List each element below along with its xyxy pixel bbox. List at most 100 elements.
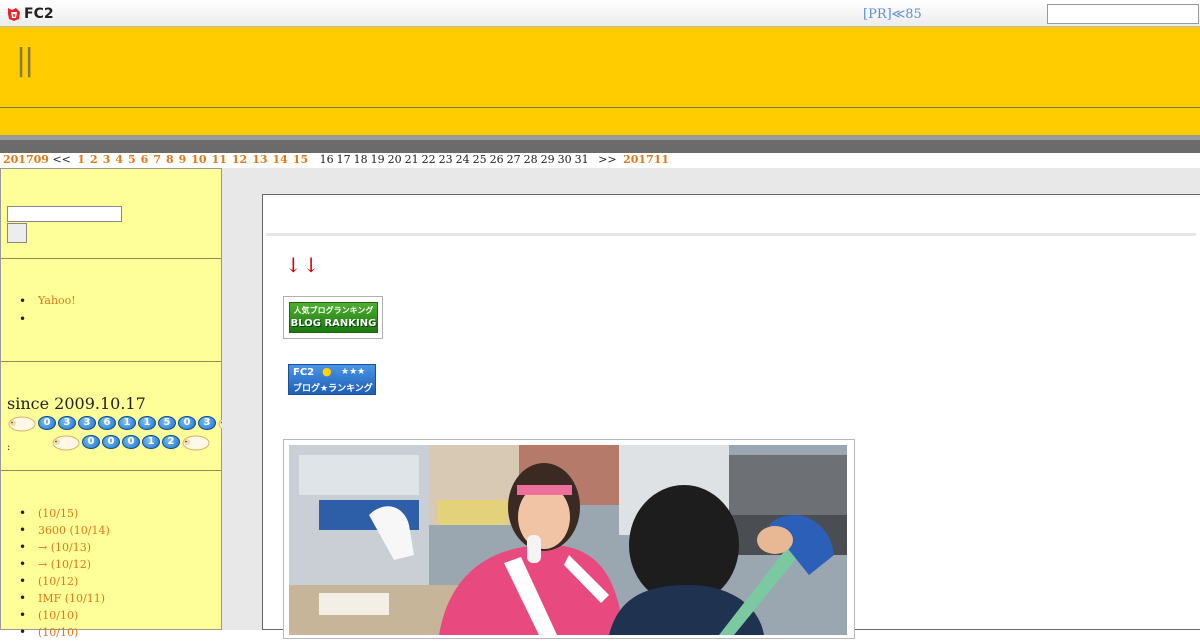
access-counter-today: 0 0 0 1 2 (51, 434, 211, 451)
sidebar-search-input[interactable] (7, 206, 122, 222)
counter-digit: 1 (117, 415, 137, 432)
calendar-next-arrow: >> (598, 153, 617, 166)
counter-digit: 6 (97, 415, 117, 432)
calendar-day: 19 (370, 153, 385, 166)
calendar-day-link[interactable]: 11 (212, 153, 227, 166)
sidebar-search-box (1, 169, 221, 259)
calendar-day: 24 (455, 153, 470, 166)
fc2-ranking-banner-line1: FC2 (293, 367, 315, 378)
recent-entry-link[interactable]: 3600 (10/14) (19, 523, 110, 540)
down-arrows: ↓↓ (285, 253, 321, 277)
counter-digit: 3 (77, 415, 97, 432)
recent-entry-link[interactable]: (10/10) (19, 625, 110, 642)
blog-ranking-banner[interactable]: 人気ブログランキング BLOG RANKING (283, 296, 383, 339)
calendar-day-link[interactable]: 6 (141, 153, 149, 166)
fc2-logo[interactable]: FC2 (6, 4, 54, 23)
counter-digit-value: 0 (107, 436, 115, 447)
counter-digit: 3 (197, 415, 217, 432)
sheep-icon (181, 434, 211, 451)
counter-digit: 2 (161, 434, 181, 451)
blog-entry: ↓↓ 人気ブログランキング BLOG RANKING FC2 ● ★★★ ブログ… (262, 194, 1200, 639)
calendar-day-link[interactable]: 5 (128, 153, 136, 166)
calendar-next-month[interactable]: 201711 (623, 153, 669, 166)
counter-digit-value: 0 (43, 417, 51, 428)
sidebar-recent-entries: (10/15)3600 (10/14)→ (10/13)→ (10/12) (1… (1, 471, 221, 640)
calendar-day-link[interactable]: 3 (103, 153, 111, 166)
fc2-logo-text: FC2 (24, 5, 54, 22)
fc2-search-input[interactable] (1047, 4, 1199, 24)
counter-digit: 0 (81, 434, 101, 451)
counter-digit-value: 0 (127, 436, 135, 447)
since-date: since 2009.10.17 (7, 394, 146, 413)
recent-entry-link[interactable]: IMF (10/11) (19, 591, 110, 608)
counter-digit: 0 (121, 434, 141, 451)
sidebar-links-box: Yahoo! (1, 259, 221, 362)
calendar-linked-days: 1 2 3 4 5 6 7 8 9 10 11 12 13 14 15 (77, 153, 313, 166)
blog-title[interactable]: || (16, 43, 34, 78)
counter-colon: : (7, 442, 11, 453)
calendar-day: 22 (421, 153, 436, 166)
calendar-day-link[interactable]: 12 (232, 153, 247, 166)
recent-entry-link[interactable]: (10/12) (19, 574, 110, 591)
calendar-day-link[interactable]: 7 (153, 153, 161, 166)
calendar-day-link[interactable]: 4 (115, 153, 123, 166)
calendar-day-link[interactable]: 1 (77, 153, 85, 166)
calendar-day: 17 (336, 153, 351, 166)
calendar-day: 31 (574, 153, 589, 166)
calendar-day-link[interactable]: 8 (166, 153, 174, 166)
recent-entry-link[interactable]: (10/10) (19, 608, 110, 625)
recent-entry-link[interactable]: → (10/12) (19, 557, 110, 574)
calendar-day: 25 (472, 153, 487, 166)
calendar-day-link[interactable]: 2 (90, 153, 98, 166)
recent-entry-link[interactable]: (10/15) (19, 506, 110, 523)
counter-digit: 5 (157, 415, 177, 432)
campaign-photo-illustration (289, 445, 847, 635)
calendar-day-link[interactable]: 15 (293, 153, 308, 166)
calendar-day: 26 (489, 153, 504, 166)
counter-digit: 1 (137, 415, 157, 432)
counter-digit-value: 1 (147, 436, 155, 447)
calendar-day: 23 (438, 153, 453, 166)
counter-digit-value: 1 (143, 417, 151, 428)
counter-digit: 1 (141, 434, 161, 451)
recent-entry-link[interactable]: → (10/13) (19, 540, 110, 557)
sidebar-link-empty[interactable] (19, 311, 76, 329)
calendar-day: 21 (404, 153, 419, 166)
counter-digit-value: 6 (103, 417, 111, 428)
calendar-day-link[interactable]: 14 (273, 153, 288, 166)
sheep-icon (51, 434, 81, 451)
sidebar-link-yahoo[interactable]: Yahoo! (19, 293, 76, 311)
sidebar-search-button[interactable] (7, 223, 27, 243)
calendar-day: 28 (523, 153, 538, 166)
calendar-day: 16 (319, 153, 334, 166)
counter-digit-value: 3 (203, 417, 211, 428)
counter-digit-value: 3 (83, 417, 91, 428)
fc2-ranking-stars: ★★★ (341, 367, 366, 377)
calendar-day: 18 (353, 153, 368, 166)
counter-digit: 0 (177, 415, 197, 432)
blog-ranking-banner-image: 人気ブログランキング BLOG RANKING (289, 302, 378, 333)
pr-link[interactable]: [PR]≪85 (863, 7, 922, 22)
blog-ranking-banner-line2: BLOG RANKING (290, 318, 377, 329)
counter-digit-value: 2 (167, 436, 175, 447)
counter-digit-value: 3 (63, 417, 71, 428)
fc2-ranking-banner-line2: ブログ★ランキング (293, 384, 373, 394)
calendar-day-link[interactable]: 13 (252, 153, 267, 166)
header-divider (0, 135, 1200, 153)
blog-header: || (0, 27, 1200, 108)
sidebar-link-list: Yahoo! (19, 293, 76, 329)
calendar-day: 29 (540, 153, 555, 166)
calendar-plain-days: 16 17 18 19 20 21 22 23 24 25 26 27 28 29 30 31 (320, 153, 592, 166)
calendar-day-link[interactable]: 9 (179, 153, 187, 166)
header-subband (0, 108, 1200, 135)
blog-ranking-banner-line1: 人気ブログランキング (293, 306, 374, 315)
counter-digit: 3 (57, 415, 77, 432)
entry-title-divider (266, 233, 1196, 236)
sidebar: Yahoo! since 2009.10.17 033611503 : 0001… (0, 168, 246, 640)
counter-digit-value: 1 (123, 417, 131, 428)
entry-photo[interactable] (289, 445, 847, 635)
fc2-ranking-banner[interactable]: FC2 ● ★★★ ブログ★ランキング (288, 364, 376, 395)
calendar-prev-month[interactable]: 201709 (3, 153, 49, 166)
calendar-day-link[interactable]: 10 (191, 153, 206, 166)
fc2-fox-icon (8, 7, 20, 21)
